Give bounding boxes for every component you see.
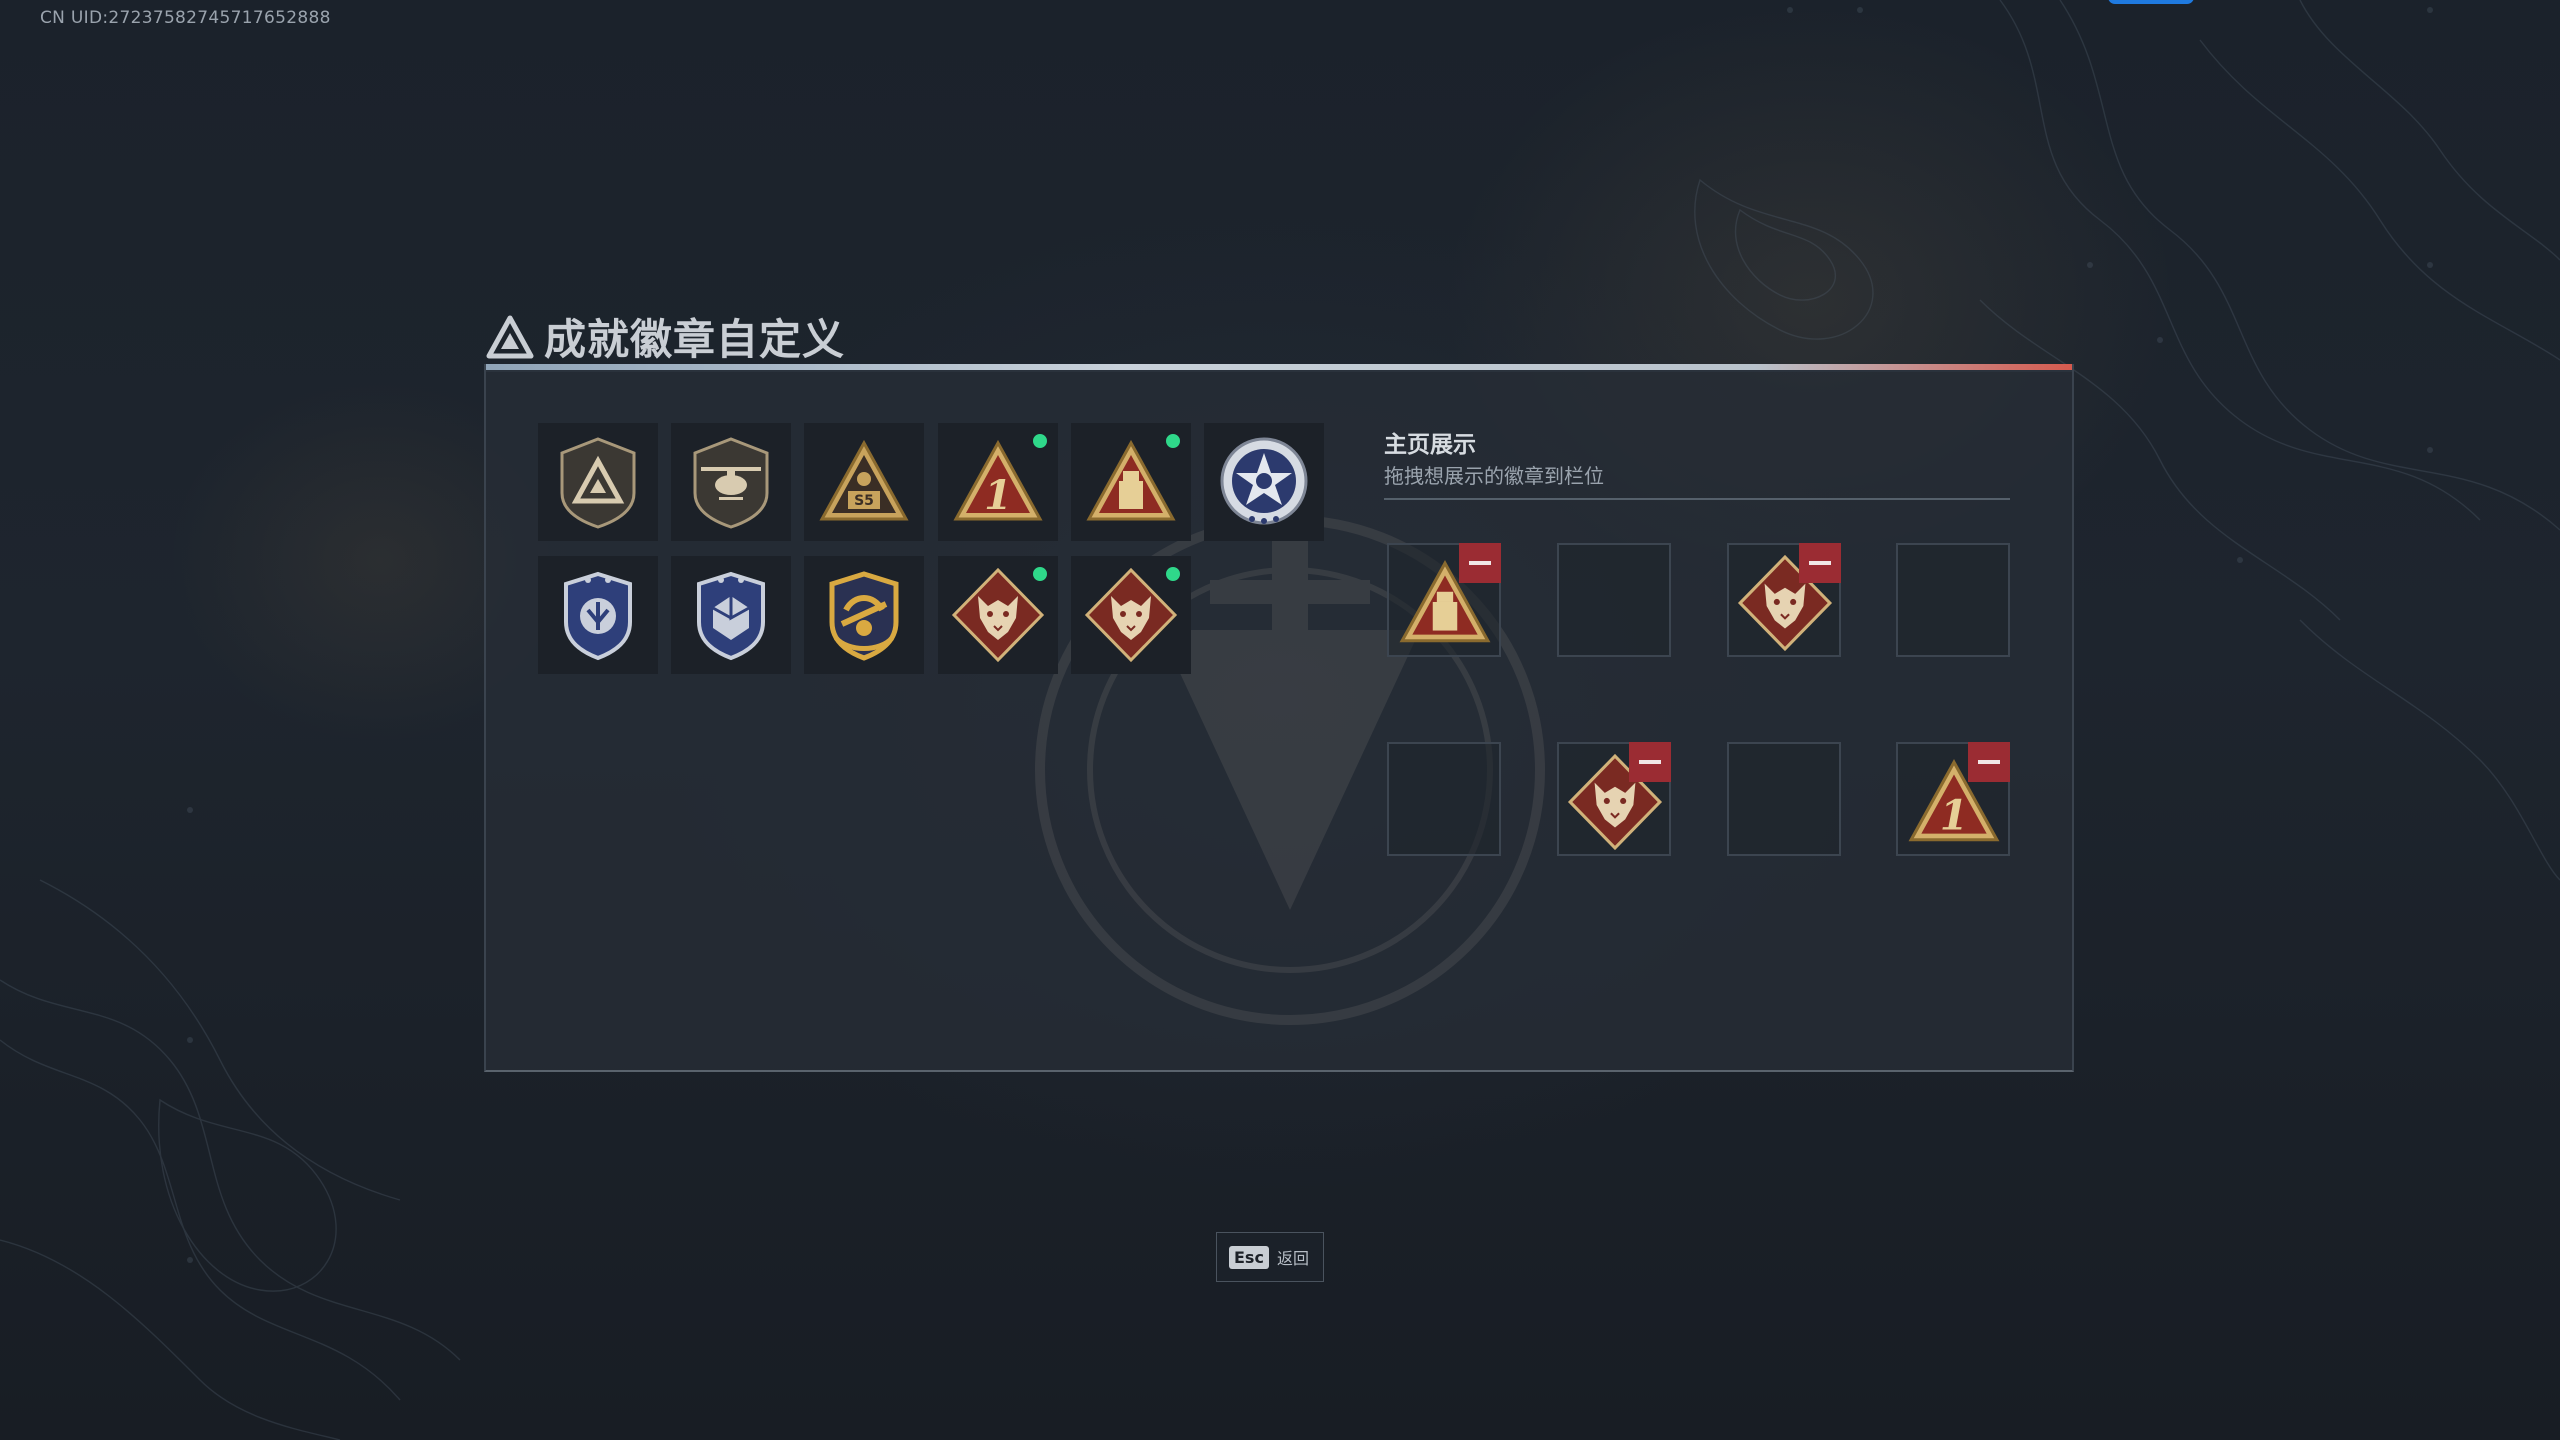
showcase-slot-7[interactable] (1727, 742, 1841, 856)
badge-slot-7[interactable] (538, 556, 658, 674)
triangle-shield-badge-icon (560, 437, 636, 529)
badge-slot-6[interactable] (1204, 423, 1324, 541)
helicopter-badge-icon (693, 437, 769, 529)
showcase-subtitle: 拖拽想展示的徽章到栏位 (1384, 464, 1604, 488)
remove-badge-button[interactable] (1968, 742, 2010, 782)
new-badge-indicator (1030, 564, 1050, 584)
page-header: 成就徽章自定义 (486, 306, 845, 367)
badge-slot-11[interactable] (1071, 556, 1191, 674)
showcase-slot-4[interactable] (1896, 543, 2010, 657)
badge-slot-8[interactable] (671, 556, 791, 674)
badge-slot-2[interactable] (671, 423, 791, 541)
badge-slot-9[interactable] (804, 556, 924, 674)
panel-top-bar (486, 364, 2072, 372)
badge-slot-4[interactable]: 1 (938, 423, 1058, 541)
minus-icon (1809, 561, 1831, 565)
svg-text:1: 1 (1940, 792, 1968, 840)
showcase-slot-6[interactable] (1557, 742, 1671, 856)
svg-text:S5: S5 (854, 493, 874, 509)
star-wreath-badge-icon (1220, 437, 1308, 525)
minus-icon (1469, 561, 1491, 565)
new-badge-indicator (1163, 431, 1183, 451)
showcase-slot-8[interactable]: 1 (1896, 742, 2010, 856)
new-badge-indicator (1030, 431, 1050, 451)
blue-shield-wings-badge-icon (564, 571, 632, 661)
svg-text:1: 1 (984, 472, 1012, 519)
back-button[interactable]: Esc 返回 (1216, 1232, 1324, 1282)
minus-icon (1639, 760, 1661, 764)
showcase-slot-1[interactable] (1387, 543, 1501, 657)
showcase-slot-3[interactable] (1727, 543, 1841, 657)
esc-key-icon: Esc (1229, 1245, 1269, 1269)
showcase-slot-2[interactable] (1557, 543, 1671, 657)
new-badge-indicator (1163, 564, 1183, 584)
remove-badge-button[interactable] (1629, 742, 1671, 782)
showcase-divider (1384, 498, 2010, 500)
minus-icon (1978, 760, 2000, 764)
user-id-label: CN UID:2723758274571765288​8 (40, 8, 331, 28)
triangle-s5-badge-icon: S5 (819, 439, 909, 521)
badge-slot-5[interactable] (1071, 423, 1191, 541)
badge-slot-3[interactable]: S5 (804, 423, 924, 541)
page-title: 成就徽章自定义 (544, 315, 846, 364)
back-label: 返回 (1276, 1249, 1309, 1268)
showcase-slot-5[interactable] (1387, 742, 1501, 856)
delta-triangle-logo-icon (486, 315, 534, 358)
showcase-title: 主页展示 (1384, 432, 1476, 458)
blue-shield-dice-badge-icon (697, 571, 765, 661)
top-action-button[interactable] (2108, 0, 2194, 4)
badge-slot-1[interactable] (538, 423, 658, 541)
remove-badge-button[interactable] (1459, 543, 1501, 583)
badge-slot-10[interactable] (938, 556, 1058, 674)
gold-shield-anchor-badge-icon (829, 571, 899, 661)
remove-badge-button[interactable] (1799, 543, 1841, 583)
